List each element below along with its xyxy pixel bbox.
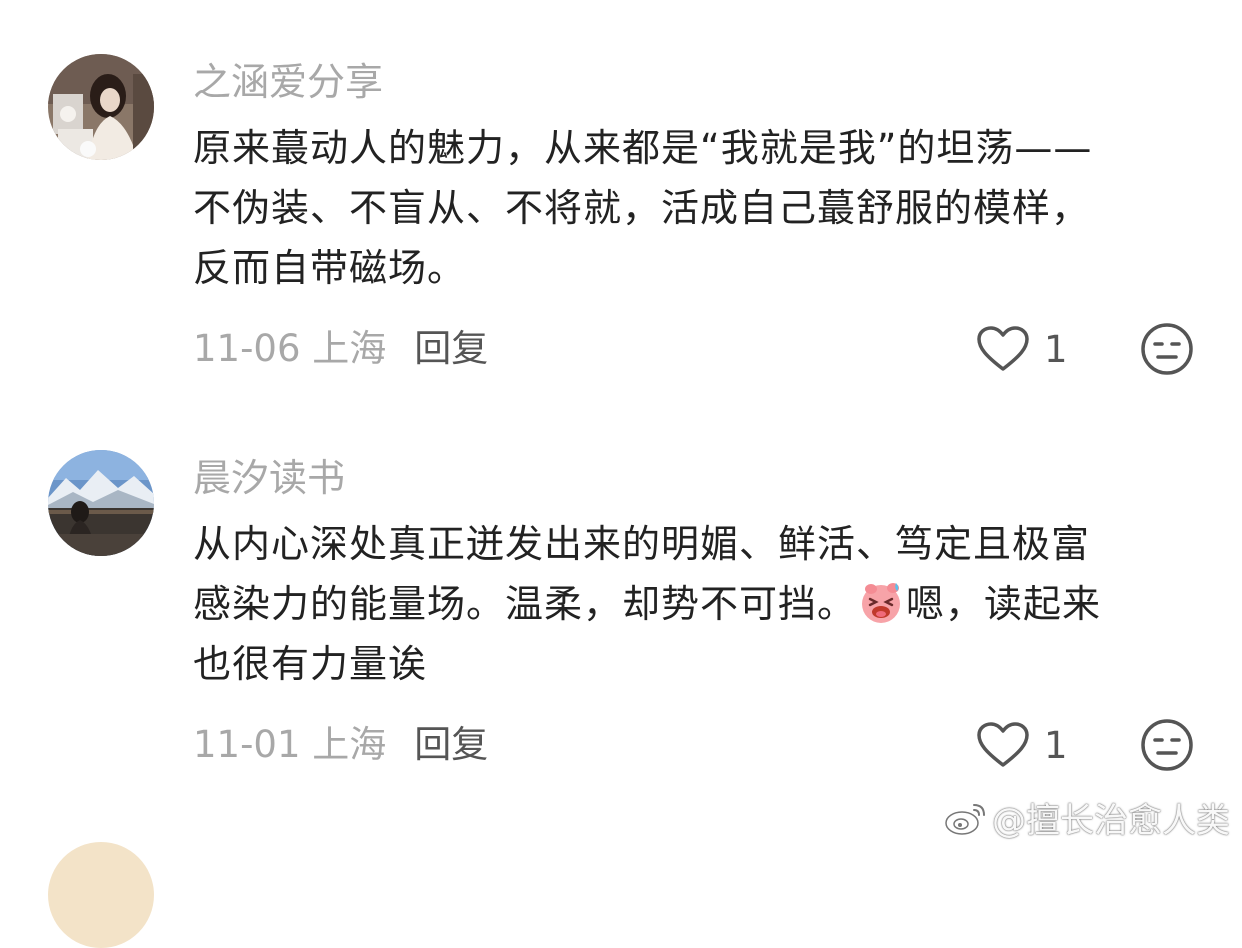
comment-meta: 11-01 上海 回复	[193, 726, 488, 763]
comment-text-segment: 感染力的能量场。温柔，却势不可挡。	[193, 582, 857, 626]
reply-button[interactable]: 回复	[414, 327, 488, 370]
avatar[interactable]	[48, 54, 154, 160]
watermark: @擅长治愈人类	[944, 793, 1230, 842]
avatar-woman-hanfu-icon	[48, 54, 154, 160]
comment-text-line: 不伪装、不盲从、不将就，活成自己蕞舒服的模样，	[193, 186, 1091, 230]
heart-icon	[977, 326, 1029, 371]
heart-icon	[977, 722, 1029, 767]
like-button[interactable]: 1	[976, 322, 1068, 376]
dislike-button[interactable]	[1140, 718, 1194, 772]
avatar[interactable]	[48, 450, 154, 556]
laughing-pig-emoji-icon	[862, 583, 901, 623]
reply-button[interactable]: 回复	[414, 723, 488, 766]
comment-text-line: 从内心深处真正迸发出来的明媚、鲜活、笃定且极富	[193, 522, 1091, 566]
comment-text: 原来蕞动人的魅力，从来都是“我就是我”的坦荡—— 不伪装、不盲从、不将就，活成自…	[193, 118, 1193, 298]
like-count: 1	[1044, 723, 1068, 767]
like-count: 1	[1044, 327, 1068, 371]
avatar[interactable]	[48, 842, 154, 948]
username[interactable]: 晨汐读书	[193, 459, 345, 497]
username[interactable]: 之涵爱分享	[193, 63, 383, 101]
date-location: 11-01 上海	[193, 723, 387, 766]
meh-face-icon	[1141, 323, 1193, 375]
comment-text-line: 原来蕞动人的魅力，从来都是“我就是我”的坦荡——	[193, 126, 1093, 170]
comment-text-segment: 嗯，读起来	[906, 582, 1102, 626]
meh-face-icon	[1141, 719, 1193, 771]
avatar-snow-mountain-icon	[48, 450, 154, 556]
dislike-button[interactable]	[1140, 322, 1194, 376]
weibo-logo-icon	[945, 803, 985, 835]
watermark-text: @擅长治愈人类	[992, 801, 1230, 841]
comment-text: 从内心深处真正迸发出来的明媚、鲜活、笃定且极富 感染力的能量场。温柔，却势不可挡…	[193, 514, 1193, 694]
comment-text-line: 感染力的能量场。温柔，却势不可挡。 嗯，读起来	[193, 574, 1193, 634]
like-button[interactable]: 1	[976, 718, 1068, 772]
comment-meta: 11-06 上海 回复	[193, 330, 488, 367]
comment-text-line: 也很有力量诶	[193, 642, 428, 686]
comment-text-line: 反而自带磁场。	[193, 246, 467, 290]
date-location: 11-06 上海	[193, 327, 387, 370]
